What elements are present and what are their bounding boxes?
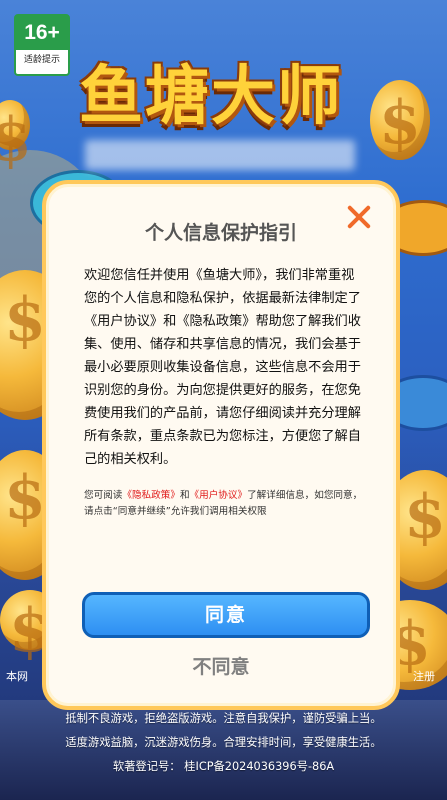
body-text-suffix: 帮助您了解我们收集、使用、储存和共享信息的情况，我们会基于最小必要原则收集设备信… xyxy=(84,314,361,467)
footer-right-fragment: 注册 xyxy=(413,670,435,683)
user-agreement-link[interactable]: 《用户协议》 xyxy=(84,314,163,329)
game-logo: 鱼塘大师 xyxy=(46,45,376,135)
note-and: 和 xyxy=(179,490,190,501)
coin-decoration-icon xyxy=(370,80,430,160)
coin-decoration-icon xyxy=(0,100,30,175)
disagree-button[interactable]: 不同意 xyxy=(46,652,396,679)
footer-left-fragment: 本网 xyxy=(6,670,28,683)
dialog-body: 欢迎您信任并使用《鱼塘大师》，我们非常重视您的个人信息和隐私保护，依据最新法律制… xyxy=(84,264,366,471)
splash-screen: 16+ 适龄提示 鱼塘大师 本网 注册 个人信息保护指引 欢迎您信任并使用《鱼塘… xyxy=(0,0,447,800)
footer-notice-line-1: 抵制不良游戏，拒绝盗版游戏。注意自我保护，谨防受骗上当。 xyxy=(65,712,382,725)
note-privacy-policy-link[interactable]: 《隐私政策》 xyxy=(122,490,180,501)
agree-button[interactable]: 同意 xyxy=(82,592,370,638)
dialog-title: 个人信息保护指引 xyxy=(144,222,297,244)
game-logo-text: 鱼塘大师 xyxy=(79,60,343,134)
body-text-and: 和 xyxy=(163,314,177,329)
privacy-policy-link[interactable]: 《隐私政策》 xyxy=(176,314,255,329)
body-text-prefix: 欢迎您信任并使用《鱼塘大师》，我们非常重视您的个人信息和隐私保护，依据最新法律制… xyxy=(84,268,361,306)
blurred-banner xyxy=(85,140,355,170)
privacy-dialog: 个人信息保护指引 欢迎您信任并使用《鱼塘大师》，我们非常重视您的个人信息和隐私保… xyxy=(42,180,400,710)
dialog-note: 您可阅读《隐私政策》和《用户协议》了解详细信息，如您同意，请点击“同意并继续”允… xyxy=(84,488,366,520)
note-user-agreement-link[interactable]: 《用户协议》 xyxy=(190,490,248,501)
footer-notice-line-2: 适度游戏益脑，沉迷游戏伤身。合理安排时间，享受健康生活。 xyxy=(65,736,382,749)
close-icon[interactable] xyxy=(346,204,372,230)
note-prefix: 您可阅读 xyxy=(84,490,123,501)
footer-registration-line: 软著登记号： 桂ICP备2024036396号-86A xyxy=(112,760,335,773)
